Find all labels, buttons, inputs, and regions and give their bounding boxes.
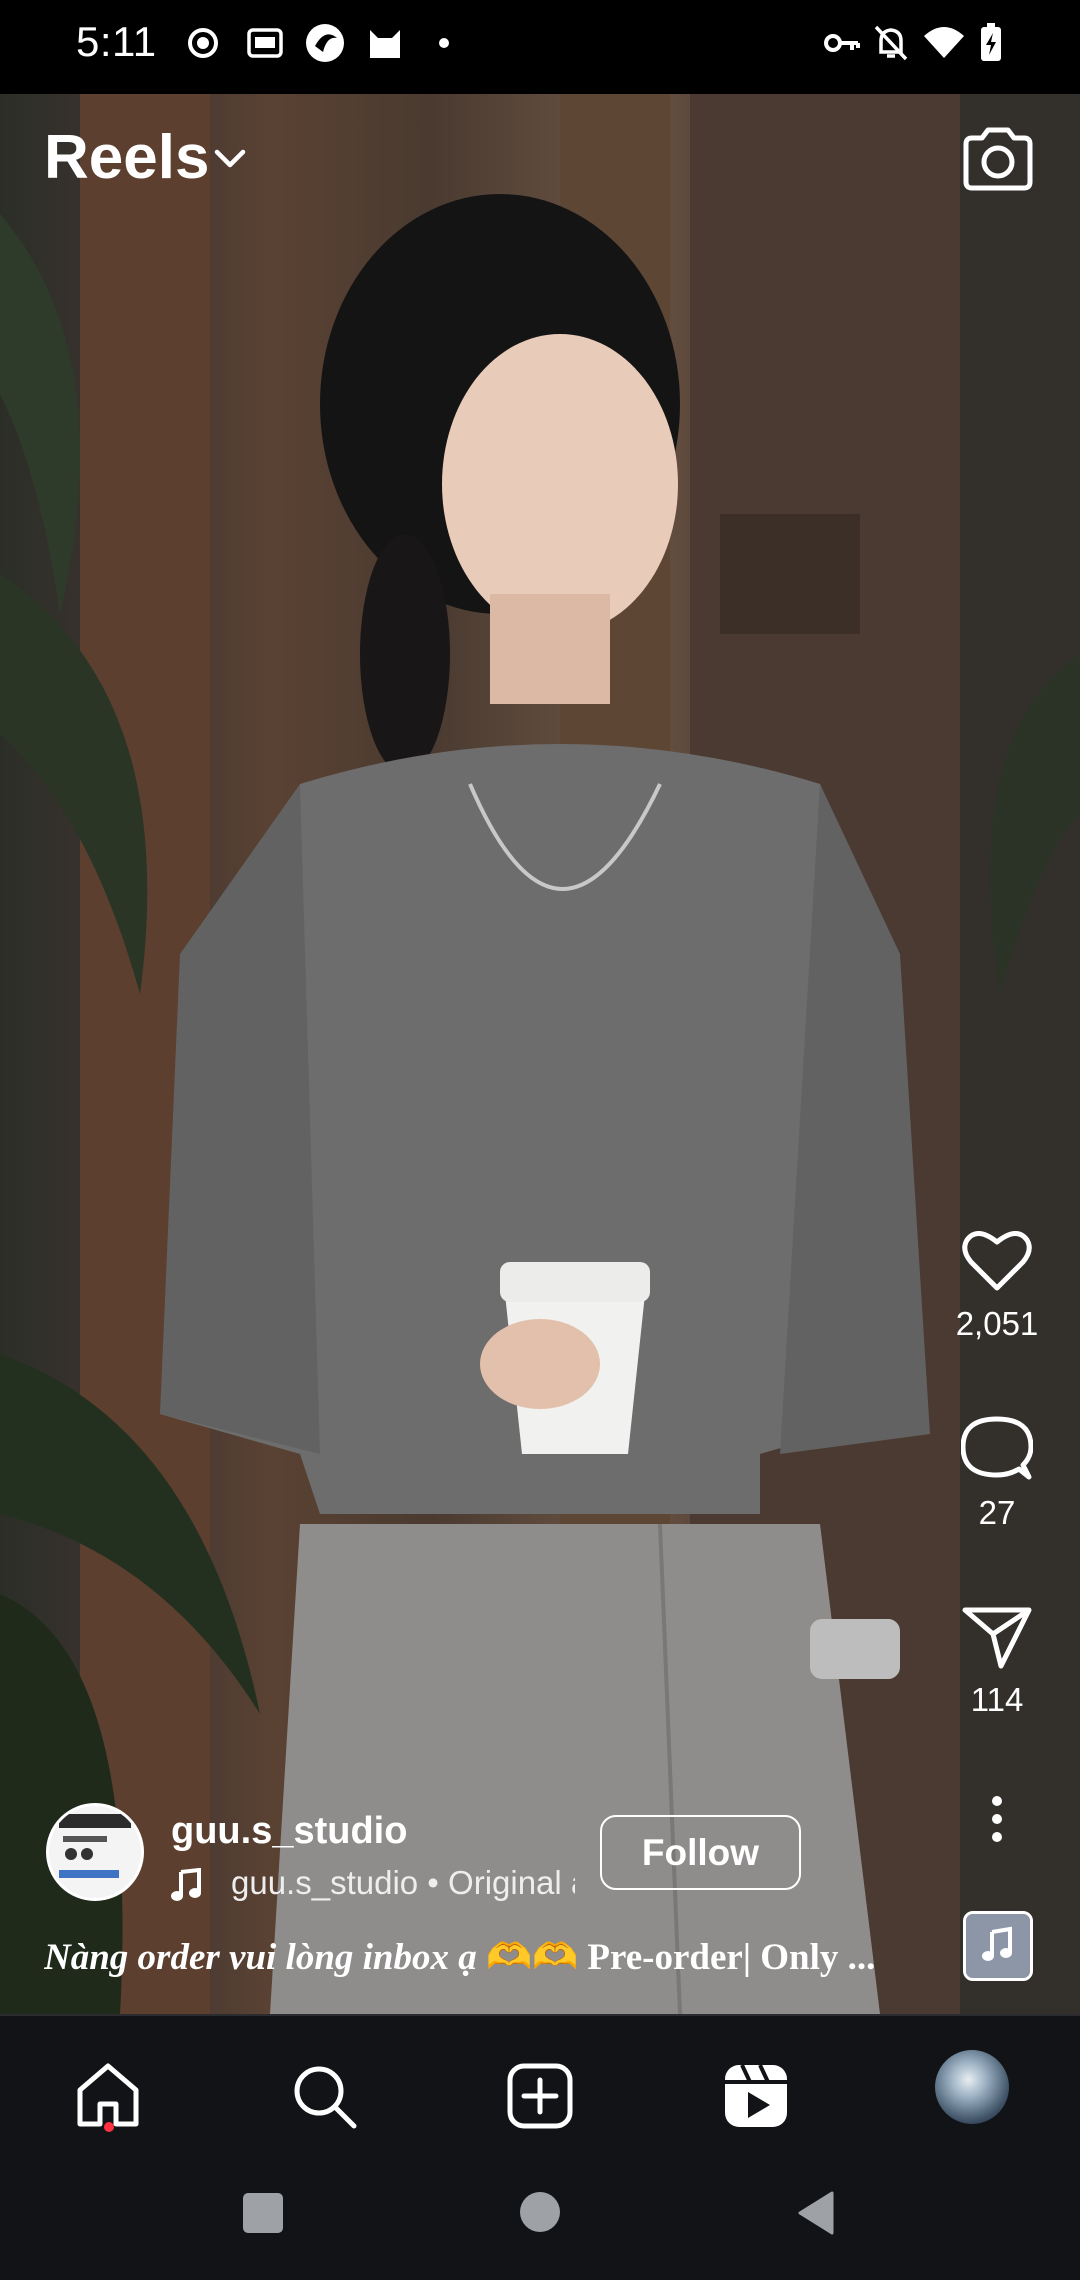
cat-app-icon <box>370 30 400 58</box>
caption-emoji: 🫶🫶 <box>486 1937 579 1978</box>
search-icon[interactable] <box>288 2060 360 2132</box>
iqiyi-icon <box>247 28 283 58</box>
share-button[interactable]: 114 <box>937 1604 1057 1719</box>
camera-icon[interactable] <box>960 124 1036 192</box>
notification-dot <box>104 2122 114 2132</box>
share-count: 114 <box>970 1681 1024 1718</box>
video-frame <box>0 94 1080 2014</box>
caption-italic: Nàng order vui lòng inbox ạ <box>44 1937 487 1978</box>
record-icon <box>188 28 218 58</box>
home-system-button[interactable] <box>520 2192 560 2232</box>
status-bar: 5:11 <box>0 0 1080 86</box>
back-icon[interactable] <box>796 2190 836 2236</box>
creator-avatar[interactable] <box>46 1803 144 1901</box>
battery-charging-icon <box>981 23 1001 61</box>
profile-avatar[interactable] <box>935 2050 1009 2124</box>
audio-attribution[interactable]: guu.s_studio • Original a <box>171 1864 575 1908</box>
comment-count: 27 <box>978 1494 1016 1531</box>
creator-username[interactable]: guu.s_studio <box>171 1810 407 1853</box>
create-icon[interactable] <box>504 2060 576 2132</box>
like-count: 2,051 <box>955 1305 1039 1342</box>
heart-icon[interactable] <box>961 1228 1033 1294</box>
page-title[interactable]: Reels <box>44 122 209 193</box>
follow-button[interactable]: Follow <box>600 1815 801 1890</box>
avatar-image <box>49 1806 141 1898</box>
audio-thumbnail[interactable] <box>963 1911 1033 1981</box>
more-icon[interactable] <box>989 1795 1005 1843</box>
send-icon[interactable] <box>961 1604 1033 1670</box>
music-note-icon <box>966 1914 1030 1978</box>
recents-button[interactable] <box>243 2193 283 2233</box>
like-button[interactable]: 2,051 <box>937 1228 1057 1343</box>
chevron-down-icon[interactable] <box>214 148 246 170</box>
bottom-navigation <box>0 2014 1080 2164</box>
wifi-icon <box>924 27 964 58</box>
dot-icon <box>439 38 449 48</box>
comment-button[interactable]: 27 <box>937 1413 1057 1532</box>
reels-icon[interactable] <box>720 2060 792 2132</box>
caption-bold: Pre-order| Only ... <box>578 1937 876 1978</box>
reel-video[interactable] <box>0 94 1080 2014</box>
status-time: 5:11 <box>76 18 157 65</box>
app-circle-icon <box>306 24 344 62</box>
audio-text: guu.s_studio • Original a <box>231 1864 575 1901</box>
more-options-button[interactable] <box>937 1795 1057 1848</box>
bell-off-icon <box>874 25 908 61</box>
vpn-key-icon <box>824 34 860 52</box>
music-note-icon <box>171 1868 201 1902</box>
caption[interactable]: Nàng order vui lòng inbox ạ 🫶🫶 Pre-order… <box>44 1936 914 1979</box>
comment-icon[interactable] <box>960 1413 1034 1483</box>
